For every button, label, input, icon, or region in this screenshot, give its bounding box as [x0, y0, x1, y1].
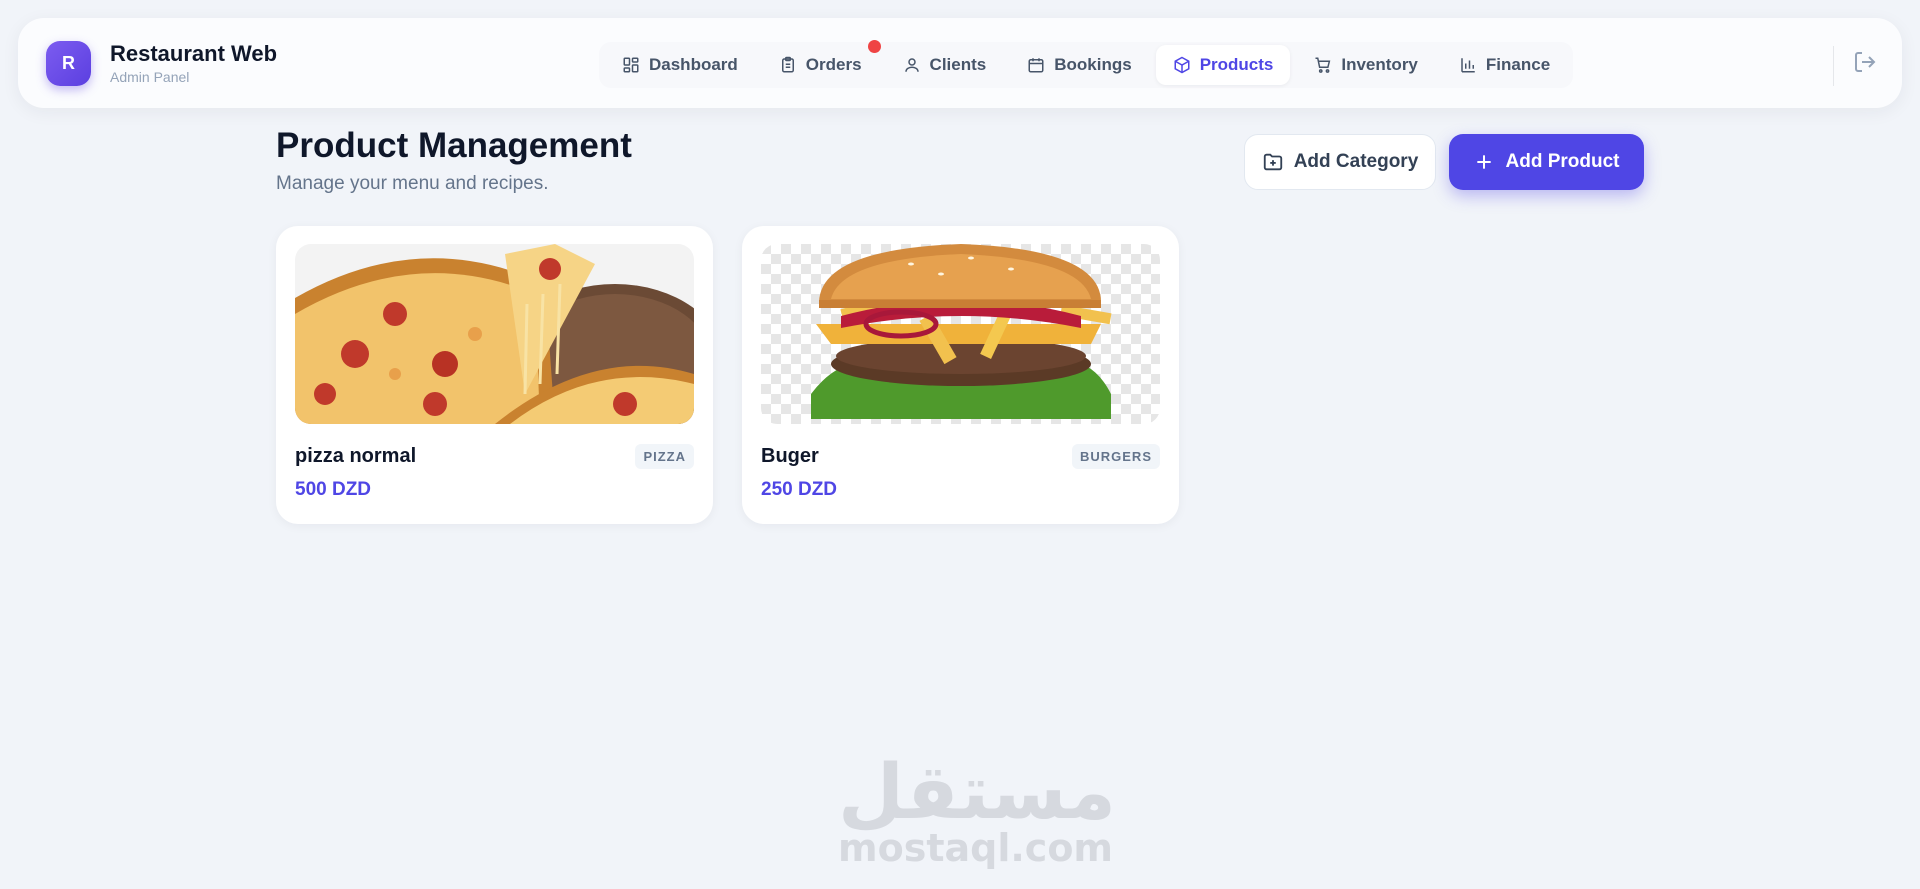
box-icon — [1173, 56, 1191, 74]
add-category-label: Add Category — [1293, 151, 1419, 172]
nav-divider — [1833, 46, 1834, 86]
nav-item-label: Finance — [1485, 55, 1551, 74]
plus-icon — [1474, 152, 1494, 172]
add-product-button[interactable]: Add Product — [1449, 134, 1644, 190]
watermark-arabic: مستقل — [838, 747, 1116, 836]
product-card-pizza[interactable]: pizza normal PIZZA 500 DZD — [276, 226, 713, 524]
product-price: 500 DZD — [295, 479, 372, 500]
user-icon — [903, 56, 921, 74]
pizza-photo — [295, 244, 694, 424]
burger-photo — [761, 244, 1160, 424]
nav-item-label: Products — [1199, 55, 1274, 74]
main-nav: Dashboard Orders Clients Bookings Produc… — [599, 40, 1574, 88]
notification-dot — [867, 40, 881, 53]
add-product-label: Add Product — [1505, 151, 1620, 172]
calendar-icon — [1027, 56, 1045, 74]
folder-plus-icon — [1262, 151, 1284, 173]
brand[interactable]: R Restaurant Web Admin Panel — [46, 41, 277, 86]
product-price: 250 DZD — [761, 479, 838, 500]
brand-subtitle: Admin Panel — [110, 69, 190, 85]
brand-title: Restaurant Web — [110, 41, 278, 66]
bar-chart-icon — [1459, 56, 1477, 74]
nav-item-label: Bookings — [1054, 55, 1132, 74]
watermark: مستقل mostaql.com — [838, 747, 1116, 874]
nav-item-dashboard[interactable]: Dashboard — [605, 45, 755, 85]
category-badge: PIZZA — [635, 444, 694, 469]
nav-item-products[interactable]: Products — [1155, 45, 1291, 85]
nav-item-label: Clients — [929, 55, 987, 74]
nav-item-orders[interactable]: Orders — [762, 40, 881, 85]
product-name: pizza normal — [295, 445, 417, 467]
watermark-latin: mostaql.com — [838, 826, 1114, 870]
brand-logo: R — [46, 41, 91, 86]
nav-item-label: Orders — [805, 55, 862, 74]
category-badge: BURGERS — [1071, 444, 1160, 469]
page-subtitle: Manage your menu and recipes. — [276, 173, 549, 194]
nav-item-finance[interactable]: Finance — [1442, 45, 1567, 85]
brand-text: Restaurant Web Admin Panel — [110, 41, 277, 86]
nav-item-label: Dashboard — [649, 55, 738, 74]
grid-icon — [622, 56, 640, 74]
add-category-button[interactable]: Add Category — [1244, 134, 1436, 190]
logout-button[interactable] — [1853, 50, 1881, 78]
nav-item-bookings[interactable]: Bookings — [1010, 45, 1148, 85]
clipboard-icon — [779, 56, 797, 74]
nav-item-clients[interactable]: Clients — [886, 45, 1004, 85]
nav-item-label: Inventory — [1341, 55, 1418, 74]
logout-icon — [1853, 50, 1877, 78]
page-title: Product Management — [276, 126, 632, 165]
cart-icon — [1314, 56, 1332, 74]
top-navigation-bar: R Restaurant Web Admin Panel Dashboard O… — [18, 18, 1902, 108]
product-name: Buger — [761, 445, 819, 467]
product-card-burger[interactable]: Buger BURGERS 250 DZD — [742, 226, 1179, 524]
nav-item-inventory[interactable]: Inventory — [1297, 45, 1435, 85]
